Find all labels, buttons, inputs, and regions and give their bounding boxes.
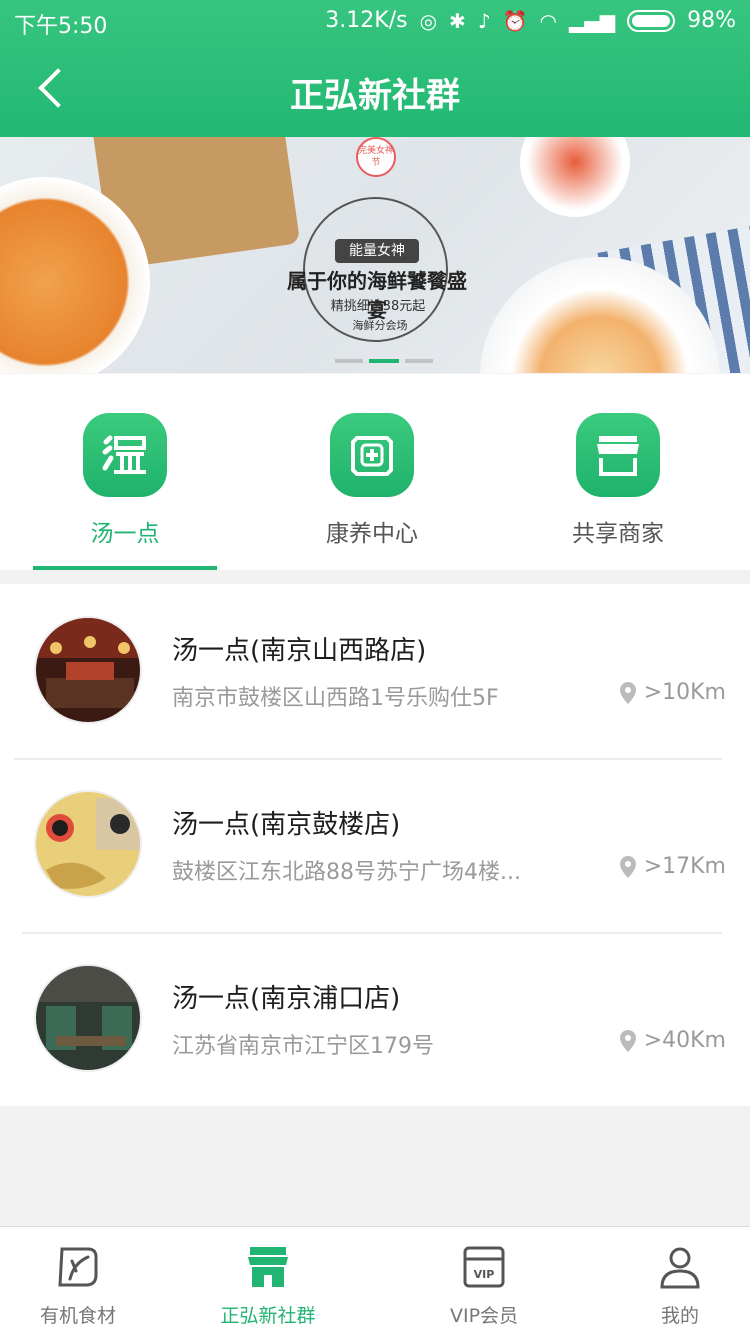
tab-vip[interactable]: VIP VIP会员 bbox=[414, 1227, 554, 1334]
banner-salmon-plate bbox=[520, 137, 630, 217]
tab-profile[interactable]: 我的 bbox=[610, 1227, 750, 1334]
store-address: 南京市鼓楼区山西路1号乐购仕5F bbox=[172, 686, 499, 711]
store-icon bbox=[248, 1247, 288, 1287]
location-pin-icon bbox=[619, 855, 636, 878]
category-label: 共享商家 bbox=[572, 521, 664, 547]
page-title: 正弘新社群 bbox=[290, 76, 460, 116]
status-bar: 下午5:50 3.12K/s ◎ ✱ ♪ ⏰ ◠ ▂▄▆ 98% bbox=[0, 0, 750, 44]
banner-dot[interactable] bbox=[405, 359, 433, 363]
network-speed: 3.12K/s bbox=[325, 8, 408, 33]
store-name: 汤一点(南京浦口店) bbox=[172, 984, 401, 1014]
store-distance: >40Km bbox=[619, 1028, 726, 1053]
status-time: 下午5:50 bbox=[14, 14, 108, 39]
svg-text:VIP: VIP bbox=[474, 1268, 495, 1281]
promo-banner[interactable]: 完美女神节 能量女神 属于你的海鲜饕餮盛宴 精挑细选38元起 海鲜分会场 bbox=[0, 137, 750, 373]
vip-card-icon: VIP bbox=[463, 1246, 505, 1288]
mute-icon: ♪ bbox=[477, 8, 491, 33]
distance-text: >10Km bbox=[643, 680, 726, 705]
list-item[interactable]: 汤一点(南京浦口店) 江苏省南京市江宁区179号 >40Km bbox=[0, 932, 750, 1106]
store-address: 江苏省南京市江宁区179号 bbox=[172, 1034, 434, 1059]
tab-organic-food[interactable]: 有机食材 bbox=[8, 1227, 148, 1334]
category-label: 汤一点 bbox=[90, 521, 160, 547]
banner-tag: 海鲜分会场 bbox=[352, 319, 408, 332]
health-cross-icon bbox=[330, 413, 414, 497]
list-item[interactable]: 汤一点(南京山西路店) 南京市鼓楼区山西路1号乐购仕5F >10Km bbox=[0, 584, 750, 758]
status-right: 3.12K/s ◎ ✱ ♪ ⏰ ◠ ▂▄▆ 98% bbox=[325, 8, 736, 33]
tab-label: 有机食材 bbox=[39, 1305, 116, 1327]
alarm-icon: ⏰ bbox=[502, 8, 528, 33]
hotspot-icon: ◎ bbox=[419, 8, 438, 33]
store-list: 汤一点(南京山西路店) 南京市鼓楼区山西路1号乐购仕5F >10Km 汤一点(南… bbox=[0, 584, 750, 1106]
location-pin-icon bbox=[619, 681, 636, 704]
store-thumbnail bbox=[34, 790, 142, 898]
tang-logo-icon bbox=[83, 413, 167, 497]
signal-icon: ▂▄▆ bbox=[568, 8, 616, 33]
app-header: 下午5:50 3.12K/s ◎ ✱ ♪ ⏰ ◠ ▂▄▆ 98% 正弘新社群 bbox=[0, 0, 750, 137]
store-thumbnail bbox=[34, 964, 142, 1072]
tab-label: 我的 bbox=[660, 1305, 699, 1327]
tab-community[interactable]: 正弘新社群 bbox=[198, 1227, 338, 1334]
banner-ribbon: 完美女神节 bbox=[356, 137, 396, 177]
shop-awning-icon bbox=[576, 413, 660, 497]
distance-text: >40Km bbox=[643, 1028, 726, 1053]
distance-text: >17Km bbox=[643, 854, 726, 879]
battery-icon bbox=[627, 9, 676, 32]
store-thumbnail bbox=[34, 616, 142, 724]
tab-label: VIP会员 bbox=[449, 1305, 519, 1327]
store-name: 汤一点(南京鼓楼店) bbox=[172, 810, 401, 840]
banner-badge-top: 能量女神 bbox=[335, 239, 419, 263]
store-distance: >17Km bbox=[619, 854, 726, 879]
category-label: 康养中心 bbox=[326, 521, 418, 547]
store-distance: >10Km bbox=[619, 680, 726, 705]
store-name: 汤一点(南京山西路店) bbox=[172, 636, 427, 666]
nav-bar: 正弘新社群 bbox=[0, 44, 750, 137]
banner-pagination bbox=[335, 359, 433, 363]
tab-label: 正弘新社群 bbox=[220, 1305, 316, 1327]
active-tab-indicator bbox=[33, 566, 217, 570]
banner-subline: 精挑细选38元起 bbox=[330, 299, 426, 314]
store-address: 鼓楼区江东北路88号苏宁广场4楼... bbox=[172, 860, 521, 885]
list-item[interactable]: 汤一点(南京鼓楼店) 鼓楼区江东北路88号苏宁广场4楼... >17Km bbox=[0, 758, 750, 932]
leaf-icon bbox=[58, 1247, 98, 1287]
banner-dot-active[interactable] bbox=[369, 359, 399, 363]
banner-headline: 属于你的海鲜饕餮盛宴 bbox=[287, 269, 467, 322]
bottom-tab-bar: 有机食材 正弘新社群 VIP VIP会员 我的 bbox=[0, 1226, 750, 1334]
battery-percent: 98% bbox=[687, 8, 736, 33]
category-health-center[interactable]: 康养中心 bbox=[280, 374, 464, 570]
category-shared-merchants[interactable]: 共享商家 bbox=[526, 374, 710, 570]
category-tang-yi-dian[interactable]: 汤一点 bbox=[33, 374, 217, 570]
wifi-icon: ◠ bbox=[539, 8, 557, 33]
location-pin-icon bbox=[619, 1029, 636, 1052]
category-tabs: 汤一点 康养中心 共享商家 bbox=[0, 374, 750, 570]
user-icon bbox=[660, 1247, 700, 1289]
banner-dot[interactable] bbox=[335, 359, 363, 363]
bluetooth-icon: ✱ bbox=[449, 8, 466, 33]
